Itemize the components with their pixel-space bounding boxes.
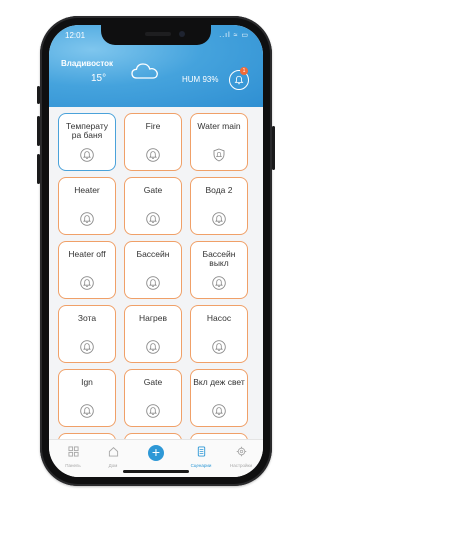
- scenario-tile[interactable]: Нагрев: [124, 305, 182, 363]
- scenario-grid: Температу ра баня Fire Water main Heater Gat…: [58, 113, 258, 477]
- scenario-tile-label: Gate: [143, 185, 163, 195]
- scenario-tile[interactable]: Fire: [124, 113, 182, 171]
- cloud-icon: [131, 61, 159, 86]
- speaker: [145, 32, 171, 36]
- scenario-tile[interactable]: Ign: [58, 369, 116, 427]
- scenario-tile[interactable]: Бассейн выкл: [190, 241, 248, 299]
- scenario-tile-label: Бассейн: [136, 249, 170, 259]
- power-button: [272, 126, 275, 170]
- bell-icon: [212, 340, 226, 354]
- nav-item-settings[interactable]: Настройки: [221, 444, 261, 468]
- bell-icon: [80, 276, 94, 290]
- scenario-tile-label: Вкл деж свет: [193, 377, 245, 387]
- mute-switch: [37, 86, 40, 104]
- status-time: 12:01: [65, 31, 86, 40]
- scenario-tile-label: Water main: [197, 121, 241, 131]
- nav-item-scenarios[interactable]: Сценарии: [181, 444, 221, 468]
- scenario-tile[interactable]: Gate: [124, 369, 182, 427]
- scenario-tile-label: Вода 2: [205, 185, 233, 195]
- nav-label-home: Дом: [108, 463, 118, 468]
- nav-item-panel[interactable]: Панель: [53, 444, 93, 468]
- bell-icon: [212, 404, 226, 418]
- gear-icon: [236, 446, 246, 457]
- nav-label-panel: Панель: [65, 463, 81, 468]
- bell-icon: [80, 212, 94, 226]
- scenario-tile[interactable]: Вода 2: [190, 177, 248, 235]
- notch: [101, 25, 211, 45]
- scenario-tile[interactable]: Вкл деж свет: [190, 369, 248, 427]
- scenario-tile-label: Насос: [206, 313, 232, 323]
- scenario-tile-label: Температу ра баня: [65, 121, 109, 140]
- grid-icon: [67, 446, 79, 457]
- phone-frame: 12:01 ..ıl ≈ ▭ Владивосток 15° HUM 93% 1…: [37, 16, 275, 486]
- scenario-tile-label: Heater: [74, 185, 100, 195]
- status-icons: ..ıl ≈ ▭: [219, 32, 249, 39]
- scenario-tile[interactable]: Heater: [58, 177, 116, 235]
- shield-bell-icon: [212, 148, 226, 162]
- scenario-tile[interactable]: Water main: [190, 113, 248, 171]
- volume-down-button: [37, 154, 40, 184]
- bell-icon: [212, 212, 226, 226]
- nav-item-home[interactable]: Дом: [93, 444, 133, 468]
- house-icon: [108, 447, 118, 457]
- scenario-tile[interactable]: Зота: [58, 305, 116, 363]
- notification-badge: 1: [240, 67, 248, 75]
- volume-up-button: [37, 116, 40, 146]
- scenario-tile-label: Нагрев: [139, 313, 167, 323]
- nav-label-scenarios: Сценарии: [190, 463, 212, 468]
- bell-icon: [146, 148, 160, 162]
- scenario-tile[interactable]: Бассейн: [124, 241, 182, 299]
- city-name: Владивосток: [61, 59, 114, 68]
- scenario-tile-label: Gate: [143, 377, 163, 387]
- bell-icon: [234, 75, 244, 85]
- scenario-tile-label: Бассейн выкл: [202, 249, 236, 268]
- front-camera: [179, 31, 185, 37]
- scenario-tile[interactable]: Насос: [190, 305, 248, 363]
- scenario-tile[interactable]: Температу ра баня: [58, 113, 116, 171]
- scenario-tile-label: Зота: [77, 313, 97, 323]
- bell-icon: [80, 148, 94, 162]
- bell-icon: [80, 340, 94, 354]
- bell-icon: [212, 276, 226, 290]
- bell-icon: [146, 340, 160, 354]
- bell-icon: [146, 212, 160, 226]
- home-indicator: [123, 470, 189, 473]
- humidity: HUM 93%: [182, 75, 219, 84]
- scenario-tile-label: Ign: [81, 377, 93, 387]
- nav-label-settings: Настройки: [229, 463, 253, 468]
- add-scenario-button[interactable]: +: [148, 445, 164, 461]
- scenario-tile[interactable]: Heater off: [58, 241, 116, 299]
- phone-screen: 12:01 ..ıl ≈ ▭ Владивосток 15° HUM 93% 1…: [49, 25, 263, 477]
- temperature: 15°: [91, 73, 107, 84]
- scenario-tile-label: Heater off: [68, 249, 106, 259]
- bell-icon: [80, 404, 94, 418]
- bell-icon: [146, 404, 160, 418]
- scenario-tile-label: Fire: [145, 121, 161, 131]
- document-icon: [197, 446, 205, 457]
- bell-icon: [146, 276, 160, 290]
- scenario-tile[interactable]: Gate: [124, 177, 182, 235]
